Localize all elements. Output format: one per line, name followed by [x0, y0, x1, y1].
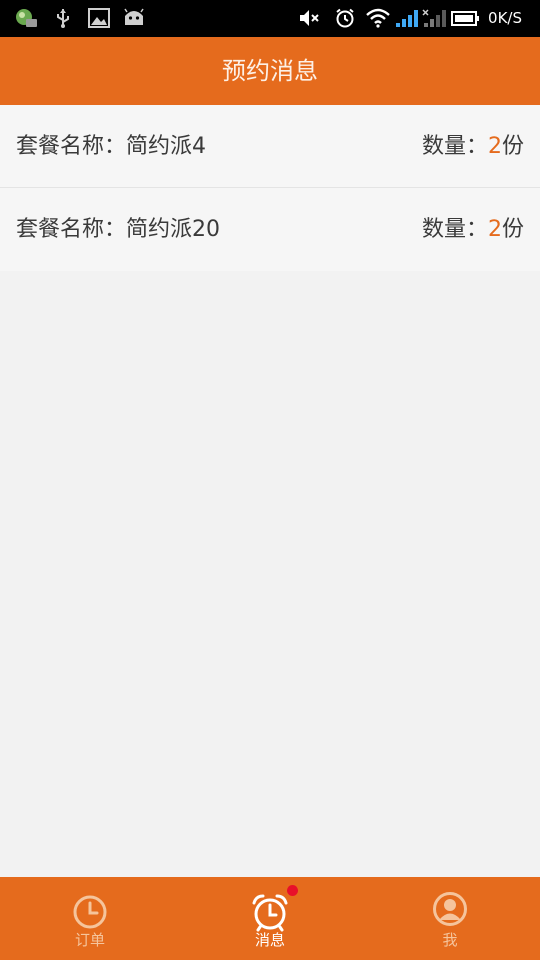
- alarm-icon: [336, 8, 354, 28]
- package-info: 套餐名称：简约派20: [16, 188, 220, 271]
- wifi-icon: [366, 8, 390, 28]
- quantity-label: 数量：: [421, 134, 488, 159]
- list-item[interactable]: 套餐名称：简约派4 数量：2份: [0, 105, 540, 188]
- signal-icon: [396, 10, 418, 27]
- quantity-value: 2: [487, 134, 502, 159]
- mute-icon: [300, 10, 319, 26]
- list-item[interactable]: 套餐名称：简约派20 数量：2份: [0, 188, 540, 271]
- package-name: 简约派4: [126, 134, 207, 159]
- alarm-clock-icon: [252, 894, 288, 932]
- tab-me[interactable]: 我: [360, 877, 540, 960]
- new-message-badge: [287, 885, 298, 896]
- image-icon: [88, 8, 110, 28]
- signal-icon: [422, 9, 446, 27]
- tab-messages-label: 消息: [254, 931, 285, 949]
- network-speed: 0K/S: [488, 9, 522, 27]
- quantity-info: 数量：2份: [422, 105, 524, 188]
- quantity-unit: 份: [501, 134, 524, 159]
- package-label: 套餐名称：: [16, 217, 127, 242]
- package-name: 简约派20: [126, 217, 221, 242]
- quantity-value: 2: [487, 217, 502, 242]
- quantity-unit: 份: [501, 217, 524, 242]
- tab-messages[interactable]: 消息: [180, 877, 360, 960]
- battery-icon: [451, 11, 479, 26]
- header-bar: 预约消息: [0, 37, 540, 105]
- quantity-info: 数量：2份: [422, 188, 524, 271]
- message-list: 套餐名称：简约派4 数量：2份 套餐名称：简约派20 数量：2份: [0, 105, 540, 271]
- tab-orders[interactable]: 订单: [0, 877, 180, 960]
- package-label: 套餐名称：: [16, 134, 127, 159]
- tab-me-label: 我: [442, 931, 458, 949]
- quantity-label: 数量：: [421, 217, 488, 242]
- clock-icon: [73, 895, 107, 929]
- tab-orders-label: 订单: [74, 931, 105, 949]
- page-title: 预约消息: [222, 57, 318, 85]
- notification-app-icon: [16, 9, 37, 27]
- user-icon: [433, 892, 467, 926]
- status-bar: 0K/S: [0, 0, 540, 37]
- package-info: 套餐名称：简约派4: [16, 105, 206, 188]
- bottom-tab-bar: 订单 消息 我: [0, 877, 540, 960]
- usb-icon: [57, 9, 69, 28]
- android-icon: [124, 8, 144, 25]
